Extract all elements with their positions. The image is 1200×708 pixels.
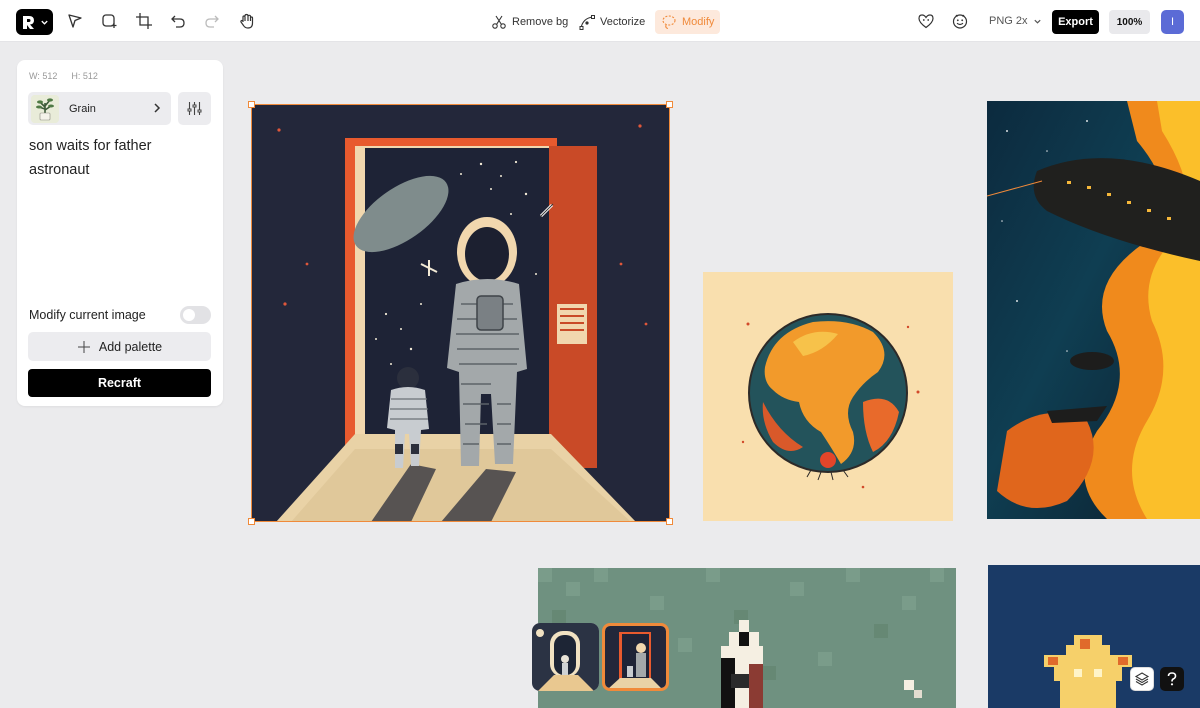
add-palette-label: Add palette — [98, 339, 163, 354]
prompt-input[interactable]: son waits for father astronaut — [29, 134, 211, 182]
style-settings-button[interactable] — [178, 92, 211, 125]
chevron-down-icon — [1033, 19, 1041, 24]
width-label: W: 512 — [29, 71, 58, 81]
export-button[interactable]: Export — [1052, 10, 1099, 34]
vectorize-label: Vectorize — [600, 16, 646, 28]
variant-thumb-1[interactable] — [532, 623, 599, 691]
scissors-icon — [492, 15, 506, 29]
chevron-right-icon — [154, 103, 161, 113]
avatar[interactable]: I — [1161, 10, 1184, 34]
recraft-button[interactable]: Recraft — [28, 369, 211, 397]
height-label: H: 512 — [71, 71, 98, 81]
question-mark-icon — [1167, 672, 1177, 686]
resize-handle-bottom-right[interactable] — [666, 518, 673, 525]
frame-tool-icon[interactable] — [99, 11, 119, 31]
vectorize-icon — [579, 15, 595, 30]
style-selector[interactable]: Grain — [28, 92, 171, 125]
plant-pot-icon — [31, 94, 59, 123]
spaceship-nebula-image[interactable] — [987, 101, 1200, 519]
variant-thumb-2[interactable] — [602, 623, 669, 691]
lasso-icon — [662, 15, 676, 30]
select-tool-icon[interactable] — [65, 11, 85, 31]
resize-handle-top-right[interactable] — [666, 101, 673, 108]
remove-bg-label: Remove bg — [512, 16, 569, 28]
crop-tool-icon[interactable] — [134, 11, 154, 31]
zoom-button[interactable]: 100% — [1109, 10, 1150, 34]
layers-button[interactable] — [1130, 667, 1154, 691]
modify-current-label: Modify current image — [29, 308, 146, 322]
recraft-logo-icon — [23, 16, 34, 29]
undo-icon[interactable] — [168, 11, 188, 31]
remove-bg-button[interactable]: Remove bg — [485, 10, 574, 34]
add-palette-button[interactable]: Add palette — [28, 332, 211, 361]
redo-icon[interactable] — [202, 11, 222, 31]
modify-toggle[interactable] — [180, 306, 211, 324]
style-name: Grain — [69, 102, 96, 115]
format-label: PNG 2x — [989, 15, 1028, 27]
pixel-rocket-image[interactable] — [538, 568, 956, 708]
help-button[interactable] — [1160, 667, 1184, 691]
earth-globe-image[interactable] — [703, 272, 953, 521]
sliders-icon — [187, 102, 202, 115]
top-toolbar: Remove bg Vectorize Modify PNG 2x Export… — [0, 0, 1200, 42]
format-dropdown[interactable]: PNG 2x — [989, 15, 1042, 27]
astronaut-son-image[interactable] — [251, 104, 670, 522]
modify-toggle-row: Modify current image — [29, 305, 211, 325]
style-thumbnail — [31, 94, 59, 123]
heart-face-icon[interactable] — [917, 12, 935, 30]
image-dimensions: W: 512 H: 512 — [29, 71, 98, 81]
app-logo-menu[interactable] — [16, 9, 53, 35]
layers-icon — [1134, 672, 1150, 686]
smile-face-icon[interactable] — [951, 12, 969, 30]
plus-icon — [77, 340, 90, 353]
hand-tool-icon[interactable] — [237, 11, 257, 31]
resize-handle-top-left[interactable] — [248, 101, 255, 108]
generation-panel: W: 512 H: 512 Grain son waits for father… — [17, 60, 223, 406]
vectorize-button[interactable]: Vectorize — [573, 10, 651, 34]
modify-label: Modify — [682, 16, 715, 28]
chevron-down-icon — [41, 20, 48, 25]
modify-button[interactable]: Modify — [655, 10, 721, 34]
resize-handle-bottom-left[interactable] — [248, 518, 255, 525]
